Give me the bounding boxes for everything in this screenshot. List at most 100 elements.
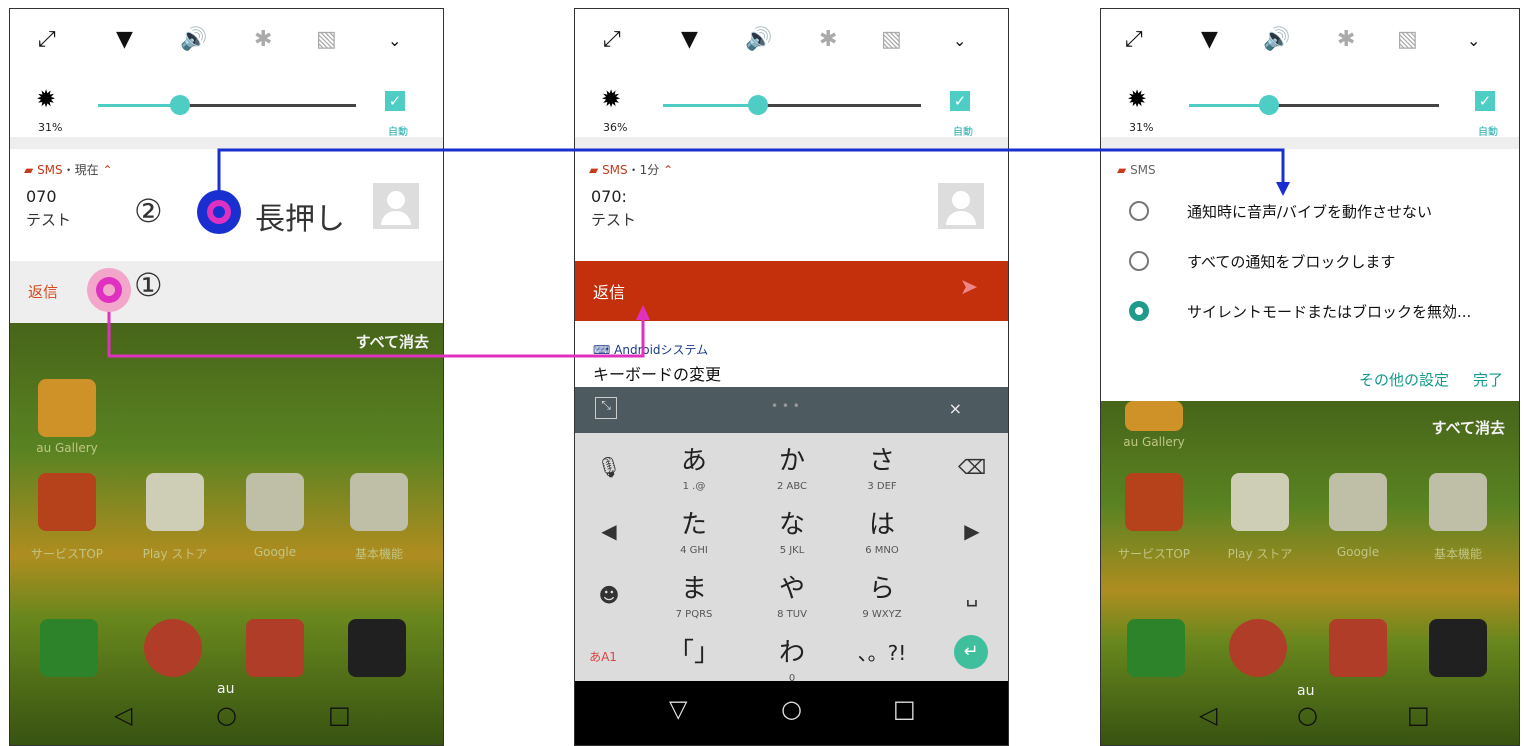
android-system-label: ⌨ Androidシステム — [593, 343, 709, 357]
camera-icon[interactable] — [348, 619, 406, 677]
brightness-slider-knob[interactable] — [170, 95, 190, 115]
back-icon[interactable]: ◁ — [114, 701, 132, 729]
bluetooth-off-icon[interactable]: ✱ — [1337, 27, 1355, 52]
reply-button[interactable]: 返信 — [28, 281, 58, 302]
key-label: た — [680, 510, 707, 540]
chevron-up-icon[interactable]: ⌃ — [103, 163, 113, 177]
brightness-slider-knob[interactable] — [748, 95, 768, 115]
navigation-bar: ▽ ○ □ — [575, 681, 1008, 745]
done-button[interactable]: 完了 — [1473, 369, 1503, 390]
chrome-icon[interactable] — [1229, 619, 1287, 677]
key-ha[interactable]: は 6 MNO — [837, 505, 927, 567]
key-label: ら — [868, 574, 895, 604]
clear-all-button[interactable]: すべて消去 — [1432, 417, 1505, 438]
cursor-right-icon[interactable]: ▶ — [952, 511, 992, 551]
sound-icon[interactable]: 🔊 — [1263, 27, 1290, 52]
auto-rotate-icon[interactable]: ⤢ — [603, 27, 621, 52]
brightness-slider-knob[interactable] — [1259, 95, 1279, 115]
send-icon[interactable]: ➤ — [960, 275, 978, 300]
radio-button[interactable] — [1129, 201, 1149, 221]
camera-icon[interactable] — [1429, 619, 1487, 677]
play-store-icon[interactable] — [146, 473, 204, 531]
reply-input[interactable]: 返信 — [593, 279, 625, 303]
sms-notification[interactable]: ▰ SMS・1分 ⌃ 070: テスト — [575, 149, 1008, 261]
chrome-icon[interactable] — [144, 619, 202, 677]
brightness-percent: 36% — [603, 121, 628, 134]
bluetooth-off-icon[interactable]: ✱ — [819, 27, 837, 52]
space-icon[interactable]: ␣ — [952, 575, 992, 615]
back-icon[interactable]: ◁ — [1199, 701, 1217, 729]
chevron-down-icon[interactable]: ⌄ — [1467, 31, 1480, 50]
app-label-google: Google — [253, 545, 297, 559]
recents-icon[interactable]: □ — [893, 695, 916, 723]
radio-button-selected[interactable] — [1129, 301, 1149, 321]
recents-icon[interactable]: □ — [1407, 701, 1430, 729]
more-settings-button[interactable]: その他の設定 — [1359, 369, 1449, 390]
microphone-icon[interactable]: 🎙 — [589, 447, 629, 487]
wifi-icon[interactable]: ▼ — [116, 27, 133, 52]
screen-off-icon[interactable]: ▧ — [316, 27, 337, 52]
brightness-slider[interactable] — [663, 95, 921, 115]
keyboard-change-label: キーボードの変更 — [593, 365, 722, 384]
radio-button[interactable] — [1129, 251, 1149, 271]
phone-app-icon[interactable] — [1127, 619, 1185, 677]
key-ra[interactable]: ら 9 WXYZ — [837, 569, 927, 631]
bluetooth-off-icon[interactable]: ✱ — [254, 27, 272, 52]
key-na[interactable]: な 5 JKL — [747, 505, 837, 567]
auto-rotate-icon[interactable]: ⤢ — [1125, 27, 1143, 52]
basic-functions-folder-icon[interactable] — [350, 473, 408, 531]
au-service-top-icon[interactable] — [38, 473, 96, 531]
enter-icon[interactable]: ↵ — [954, 635, 988, 669]
cursor-left-icon[interactable]: ◀ — [589, 511, 629, 551]
emoji-icon[interactable]: ☻ — [589, 575, 629, 615]
recents-icon[interactable]: □ — [328, 701, 351, 729]
auto-rotate-icon[interactable]: ⤢ — [38, 27, 56, 52]
key-ta[interactable]: た 4 GHI — [649, 505, 739, 567]
au-gallery-icon[interactable] — [1125, 401, 1183, 431]
chevron-down-icon[interactable]: ⌄ — [388, 31, 401, 50]
key-sa[interactable]: さ 3 DEF — [837, 441, 927, 503]
auto-brightness-checkbox[interactable]: ✓ — [1475, 91, 1495, 111]
wifi-icon[interactable]: ▼ — [1201, 27, 1218, 52]
phone-app-icon[interactable] — [40, 619, 98, 677]
backspace-icon[interactable]: ⌫ — [952, 447, 992, 487]
sms-app-icon: ▰ — [589, 163, 599, 177]
clear-all-button[interactable]: すべて消去 — [356, 331, 429, 352]
basic-functions-folder-icon[interactable] — [1429, 473, 1487, 531]
google-folder-icon[interactable] — [246, 473, 304, 531]
keyboard-change-notification[interactable]: ⌨ Androidシステム キーボードの変更 — [575, 321, 1008, 387]
au-mail-icon[interactable] — [246, 619, 304, 677]
home-icon[interactable]: ○ — [1297, 701, 1318, 729]
sound-icon[interactable]: 🔊 — [745, 27, 772, 52]
key-ma[interactable]: ま 7 PQRS — [649, 569, 739, 631]
input-mode-key[interactable]: あA1 — [583, 637, 623, 677]
chevron-up-icon[interactable]: ⌃ — [663, 163, 673, 177]
hide-keyboard-icon[interactable]: ▽ — [669, 695, 687, 723]
google-folder-icon[interactable] — [1329, 473, 1387, 531]
divider — [10, 137, 443, 149]
play-store-icon[interactable] — [1231, 473, 1289, 531]
sound-icon[interactable]: 🔊 — [180, 27, 207, 52]
key-a[interactable]: あ 1 .@ — [649, 441, 739, 503]
auto-brightness-checkbox[interactable]: ✓ — [950, 91, 970, 111]
brightness-slider[interactable] — [1189, 95, 1439, 115]
home-icon[interactable]: ○ — [216, 701, 237, 729]
brightness-slider[interactable] — [98, 95, 356, 115]
screen-off-icon[interactable]: ▧ — [881, 27, 902, 52]
screen-off-icon[interactable]: ▧ — [1397, 27, 1418, 52]
reply-input-bar[interactable]: 返信 ➤ — [575, 261, 1008, 321]
auto-brightness-checkbox[interactable]: ✓ — [385, 91, 405, 111]
collapse-keyboard-icon[interactable]: ⤡ — [595, 397, 617, 419]
wifi-icon[interactable]: ▼ — [681, 27, 698, 52]
app-label-play-store: Play ストア — [142, 547, 208, 561]
au-gallery-icon[interactable] — [38, 379, 96, 437]
sms-notification[interactable]: ▰ SMS・現在 ⌃ 070 テスト — [10, 149, 443, 261]
close-icon[interactable]: × — [949, 399, 962, 418]
key-ka[interactable]: か 2 ABC — [747, 441, 837, 503]
au-service-top-icon[interactable] — [1125, 473, 1183, 531]
chevron-down-icon[interactable]: ⌄ — [953, 31, 966, 50]
key-ya[interactable]: や 8 TUV — [747, 569, 837, 631]
home-icon[interactable]: ○ — [781, 695, 802, 723]
auto-brightness-label: 自動 — [1478, 127, 1498, 138]
au-mail-icon[interactable] — [1329, 619, 1387, 677]
